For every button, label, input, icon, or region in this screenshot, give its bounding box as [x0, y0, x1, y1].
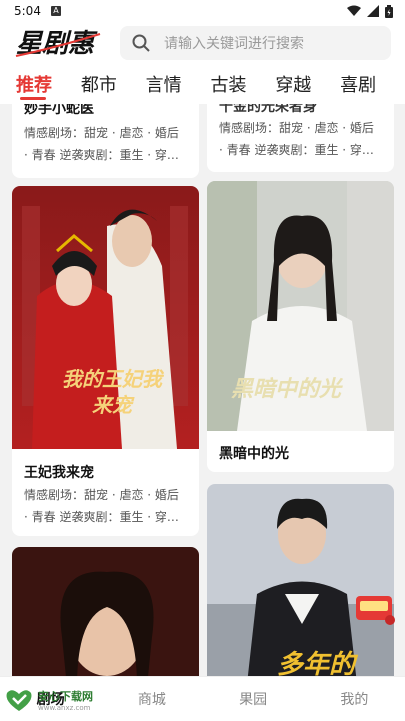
watermark-text-block: 安心下载网 www.anxz.com — [38, 688, 93, 712]
drama-poster[interactable] — [12, 547, 199, 676]
drama-tags: 情感剧场：甜宠 · 虐恋 · 婚后 · 青春 逆袭爽剧：重生 · 穿… — [24, 122, 191, 166]
watermark-url: www.anxz.com — [38, 704, 91, 712]
watermark-logo-icon — [6, 690, 32, 711]
drama-feed[interactable]: 妙手小蛇医 情感剧场：甜宠 · 虐恋 · 婚后 · 青春 逆袭爽剧：重生 · 穿… — [0, 104, 405, 676]
drama-title: 千金的光荣者身 — [219, 104, 317, 115]
tab-costume[interactable]: 古装 — [210, 64, 275, 104]
drama-tags-line: 情感剧场：甜宠 · 虐恋 · 婚后 — [219, 121, 374, 135]
nav-mall[interactable]: 商城 — [101, 689, 202, 709]
drama-card[interactable]: 黑暗中的光 黑暗中的光 — [207, 181, 394, 472]
wifi-icon — [347, 5, 361, 16]
drama-tags-line: · 青春 逆袭爽剧：重生 · 穿… — [219, 143, 374, 157]
drama-card[interactable]: 我的王妃我来宠 王妃我来宠 情感剧场：甜宠 · 虐恋 · 婚后 · 青春 逆袭爽… — [12, 186, 199, 536]
status-right — [347, 4, 393, 18]
drama-card[interactable] — [12, 547, 199, 676]
app-logo[interactable]: 星剧惠 — [14, 26, 104, 60]
header: 星剧惠 请输入关键词进行搜索 — [0, 22, 405, 64]
tab-urban[interactable]: 都市 — [81, 64, 146, 104]
drama-tags-line: 情感剧场：甜宠 · 虐恋 · 婚后 — [24, 126, 179, 140]
drama-tags-line: · 青春 逆袭爽剧：重生 · 穿… — [24, 510, 179, 524]
drama-tags: 情感剧场：甜宠 · 虐恋 · 婚后 · 青春 逆袭爽剧：重生 · 穿… — [219, 117, 386, 161]
tab-recommend[interactable]: 推荐 — [16, 64, 81, 104]
drama-card[interactable]: 妙手小蛇医 情感剧场：甜宠 · 虐恋 · 婚后 · 青春 逆袭爽剧：重生 · 穿… — [12, 104, 199, 178]
logo-graphic: 星剧惠 — [15, 29, 101, 59]
drama-tags: 情感剧场：甜宠 · 虐恋 · 婚后 · 青春 逆袭爽剧：重生 · 穿… — [24, 484, 191, 528]
drama-tags-line: · 青春 逆袭爽剧：重生 · 穿… — [24, 148, 179, 162]
notification-icon: A — [50, 6, 61, 16]
drama-card[interactable]: 千金的光荣者身 情感剧场：甜宠 · 虐恋 · 婚后 · 青春 逆袭爽剧：重生 ·… — [207, 104, 394, 172]
drama-title: 妙手小蛇医 — [24, 104, 94, 117]
poster-caption: 黑暗中的光 — [231, 376, 342, 402]
tab-comedy[interactable]: 喜剧 — [340, 64, 405, 104]
category-tabs: 推荐 都市 言情 古装 穿越 喜剧 — [0, 64, 405, 104]
battery-icon — [385, 4, 393, 18]
status-bar: 5:04 A — [0, 0, 405, 22]
search-input[interactable]: 请输入关键词进行搜索 — [164, 33, 304, 53]
nav-orchard[interactable]: 果园 — [203, 689, 304, 709]
search-icon — [132, 34, 150, 52]
drama-tags-line: 情感剧场：甜宠 · 虐恋 · 婚后 — [24, 488, 179, 502]
svg-text:星剧惠: 星剧惠 — [16, 29, 98, 59]
poster-caption: 我的王妃我来宠 — [62, 367, 162, 417]
watermark-text: 安心下载网 — [38, 690, 93, 703]
drama-card[interactable]: 多年的 — [207, 484, 394, 676]
signal-icon — [367, 5, 379, 17]
nav-mine[interactable]: 我的 — [304, 689, 405, 709]
tab-time-travel[interactable]: 穿越 — [275, 64, 340, 104]
drama-title: 黑暗中的光 — [219, 446, 289, 462]
tab-romance[interactable]: 言情 — [146, 64, 211, 104]
drama-title: 王妃我来宠 — [24, 465, 94, 481]
promo-badge[interactable] — [352, 590, 396, 626]
gift-icon — [356, 596, 395, 625]
watermark: 安心下载网 www.anxz.com — [4, 687, 93, 713]
poster-caption: 多年的 — [277, 650, 356, 676]
status-time: 5:04 — [14, 4, 41, 18]
status-left: 5:04 A — [14, 4, 61, 18]
search-bar[interactable]: 请输入关键词进行搜索 — [120, 26, 391, 60]
